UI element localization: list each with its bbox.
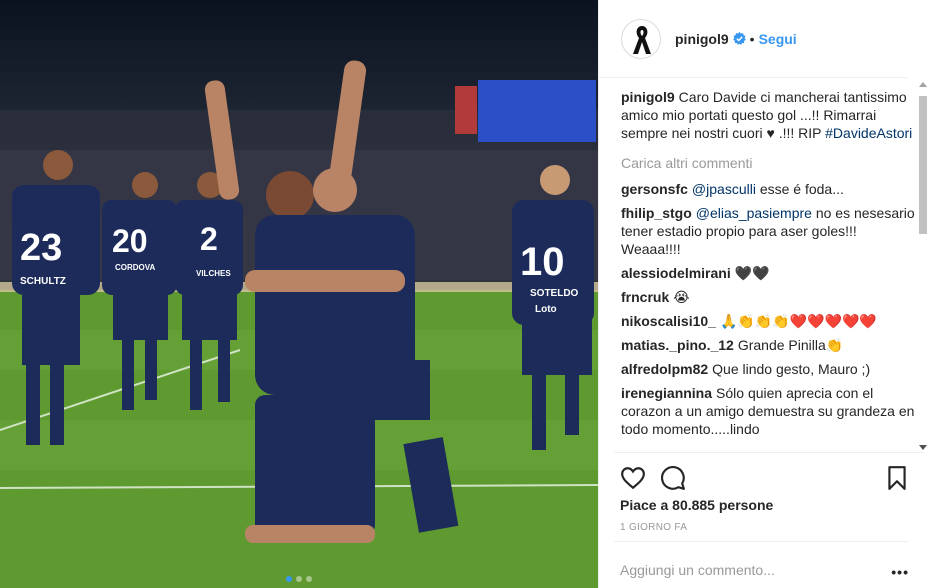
comment-item: alfredolpm82 Que lindo gesto, Mauro ;)	[621, 360, 915, 378]
comment-username[interactable]: matias._pino._12	[621, 337, 734, 353]
svg-text:20: 20	[112, 223, 148, 259]
svg-text:VILCHES: VILCHES	[196, 269, 231, 278]
save-bookmark-icon[interactable]	[884, 465, 910, 491]
comment-text: 🙏👏👏👏❤️❤️❤️❤️❤️	[719, 313, 877, 329]
comment-mention[interactable]: @elias_pasiempre	[696, 205, 812, 221]
comment-username[interactable]: irenegiannina	[621, 385, 712, 401]
black-ribbon-icon	[633, 25, 651, 54]
comments-scrollbar[interactable]	[916, 80, 929, 452]
comment-mention[interactable]: @jpasculli	[692, 181, 756, 197]
add-comment-bar: •••	[614, 541, 909, 588]
svg-text:2: 2	[200, 221, 218, 257]
comment-text: Grande Pinilla👏	[737, 337, 844, 353]
likes-count[interactable]: Piace a 80.885 persone	[620, 497, 773, 513]
comment-item: fhilip_stgo @elias_pasiempre no es nesesa…	[621, 204, 915, 258]
photo-illustration: 23 SCHULTZ 20 CORDOVA 2 VILCHES 10 SOTEL…	[0, 60, 598, 588]
comment-text: Que lindo gesto, Mauro ;)	[712, 361, 871, 377]
comment-item: nikoscalisi10_ 🙏👏👏👏❤️❤️❤️❤️❤️	[621, 312, 915, 330]
header-username[interactable]: pinigol9	[675, 31, 729, 47]
comment-username[interactable]: frncruk	[621, 289, 669, 305]
post-header: pinigol9 • Segui	[599, 0, 907, 78]
post-photo[interactable]: 23 SCHULTZ 20 CORDOVA 2 VILCHES 10 SOTEL…	[0, 0, 598, 588]
header-separator: •	[749, 30, 755, 47]
scrollbar-thumb[interactable]	[919, 96, 927, 234]
verified-badge-icon	[732, 32, 746, 45]
comments-list[interactable]: pinigol9 Caro Davide ci mancherai tantiss…	[621, 88, 915, 452]
avatar[interactable]	[621, 18, 661, 59]
svg-text:CORDOVA: CORDOVA	[115, 263, 156, 272]
comment-username[interactable]: alessiodelmirani	[621, 265, 731, 281]
comment-item: alessiodelmirani 🖤🖤	[621, 264, 915, 282]
post-actions	[614, 452, 924, 500]
caption-hashtag[interactable]: #DavideAstori	[825, 125, 912, 141]
svg-text:10: 10	[520, 240, 565, 284]
carousel-dot-1[interactable]	[286, 576, 292, 582]
carousel-dot-3[interactable]	[306, 576, 312, 582]
svg-text:23: 23	[20, 227, 62, 269]
comment-username[interactable]: gersonsfc	[621, 181, 688, 197]
load-more-comments[interactable]: Carica altri commenti	[621, 154, 915, 172]
comment-username[interactable]: nikoscalisi10_	[621, 313, 716, 329]
scroll-down-icon[interactable]	[919, 445, 927, 450]
comment-text: esse é foda...	[759, 181, 844, 197]
stadium-screen	[478, 80, 596, 142]
svg-text:Loto: Loto	[535, 304, 557, 315]
comment-text: 😭	[673, 289, 690, 305]
svg-text:SCHULTZ: SCHULTZ	[20, 276, 66, 287]
like-heart-icon[interactable]	[620, 465, 646, 491]
scroll-up-icon[interactable]	[919, 82, 927, 87]
caption-username[interactable]: pinigol9	[621, 89, 675, 105]
svg-text:SOTELDO: SOTELDO	[530, 288, 579, 299]
comment-username[interactable]: fhilip_stgo	[621, 205, 692, 221]
comment-item: frncruk 😭	[621, 288, 915, 306]
post-timestamp[interactable]: 1 GIORNO FA	[620, 522, 687, 533]
post-caption: pinigol9 Caro Davide ci mancherai tantiss…	[621, 88, 915, 142]
more-options-icon[interactable]: •••	[891, 564, 909, 580]
carousel-dot-2[interactable]	[296, 576, 302, 582]
comment-item: gersonsfc @jpasculli esse é foda...	[621, 180, 915, 198]
comment-item: irenegiannina Sólo quien aprecia con el c…	[621, 384, 915, 438]
comment-bubble-icon[interactable]	[660, 465, 686, 491]
carousel-dots	[0, 576, 598, 582]
comment-text: 🖤🖤	[734, 265, 770, 281]
add-comment-input[interactable]	[614, 562, 874, 578]
follow-button[interactable]: Segui	[759, 31, 797, 47]
comment-username[interactable]: alfredolpm82	[621, 361, 708, 377]
comment-item: matias._pino._12 Grande Pinilla👏	[621, 336, 915, 354]
